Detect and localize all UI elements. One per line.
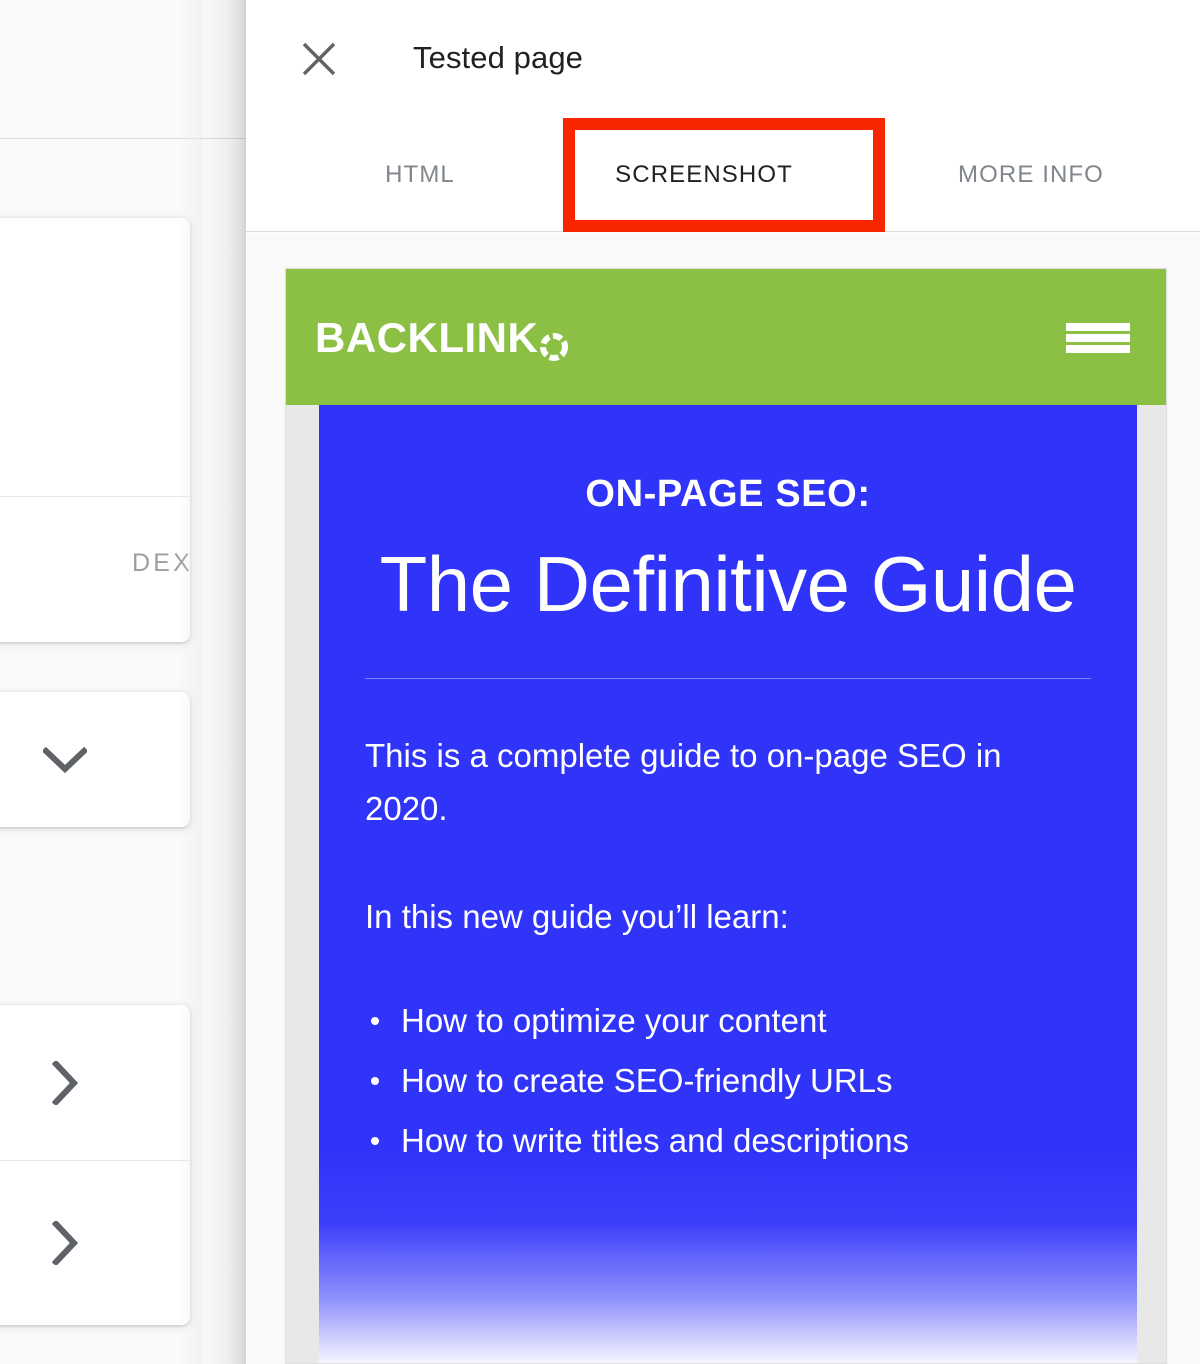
sidebar-card-expanded[interactable] [0,692,190,827]
panel-header: Tested page [246,0,1200,118]
card-row-next-1[interactable] [0,1005,190,1161]
screenshot-viewport[interactable]: BACKLINK ON-PAGE SEO: The Definitive Gui… [246,233,1200,1364]
hero-bullet-list: How to optimize your content How to crea… [365,991,1091,1171]
list-item: How to optimize your content [365,991,1091,1051]
sidebar-item-label: DEXING [132,549,190,577]
hero-kicker: ON-PAGE SEO: [585,473,871,515]
page-title: Tested page [413,40,584,75]
hamburger-menu-icon[interactable] [1066,323,1130,353]
list-item: How to write titles and descriptions [365,1111,1091,1171]
background-app-sidebar: DEXING [0,0,246,1364]
panel-tabbar: HTML SCREENSHOT MORE INFO [246,118,1200,232]
tab-more-info[interactable]: MORE INFO [886,118,1176,231]
sidebar-card-indexing[interactable]: DEXING [0,218,190,642]
close-icon[interactable] [295,35,343,83]
rendered-page-preview: BACKLINK ON-PAGE SEO: The Definitive Gui… [285,268,1167,1364]
site-logo[interactable]: BACKLINK [315,314,569,362]
chevron-right-icon[interactable] [0,1005,190,1160]
card-row-blank[interactable] [0,218,190,497]
dotted-circle-o-icon [539,324,569,361]
screenshot-root: DEXING [0,0,1200,1364]
tab-html[interactable]: HTML [306,118,534,231]
chevron-down-icon[interactable] [0,692,190,827]
hamburger-bar [1066,323,1130,331]
card-row-collapse[interactable] [0,692,190,827]
sidebar-card-list[interactable] [0,1005,190,1325]
card-row-indexing[interactable]: DEXING [0,497,190,642]
preview-fade-overlay [319,1145,1137,1363]
tab-screenshot[interactable]: SCREENSHOT [534,118,874,231]
hero-paragraph-1: This is a complete guide to on-page SEO … [365,737,1002,828]
sidebar-divider [0,138,246,139]
hero-title: The Definitive Guide [379,540,1077,628]
hero-content: ON-PAGE SEO: The Definitive Guide This i… [319,473,1137,1172]
panel-drop-shadow [198,0,246,1364]
list-item: How to create SEO-friendly URLs [365,1051,1091,1111]
card-row-next-2[interactable] [0,1161,190,1325]
hamburger-bar [1066,334,1130,342]
hamburger-bar [1066,345,1130,353]
site-hero-section: ON-PAGE SEO: The Definitive Guide This i… [319,405,1137,1363]
tested-page-panel: Tested page HTML SCREENSHOT MORE INFO BA… [246,0,1200,1364]
hero-divider [365,678,1091,680]
site-logo-text: BACKLINK [315,314,539,361]
site-header: BACKLINK [286,269,1166,405]
hero-paragraph-2: In this new guide you’ll learn: [365,897,789,935]
chevron-right-icon[interactable] [0,1161,190,1325]
